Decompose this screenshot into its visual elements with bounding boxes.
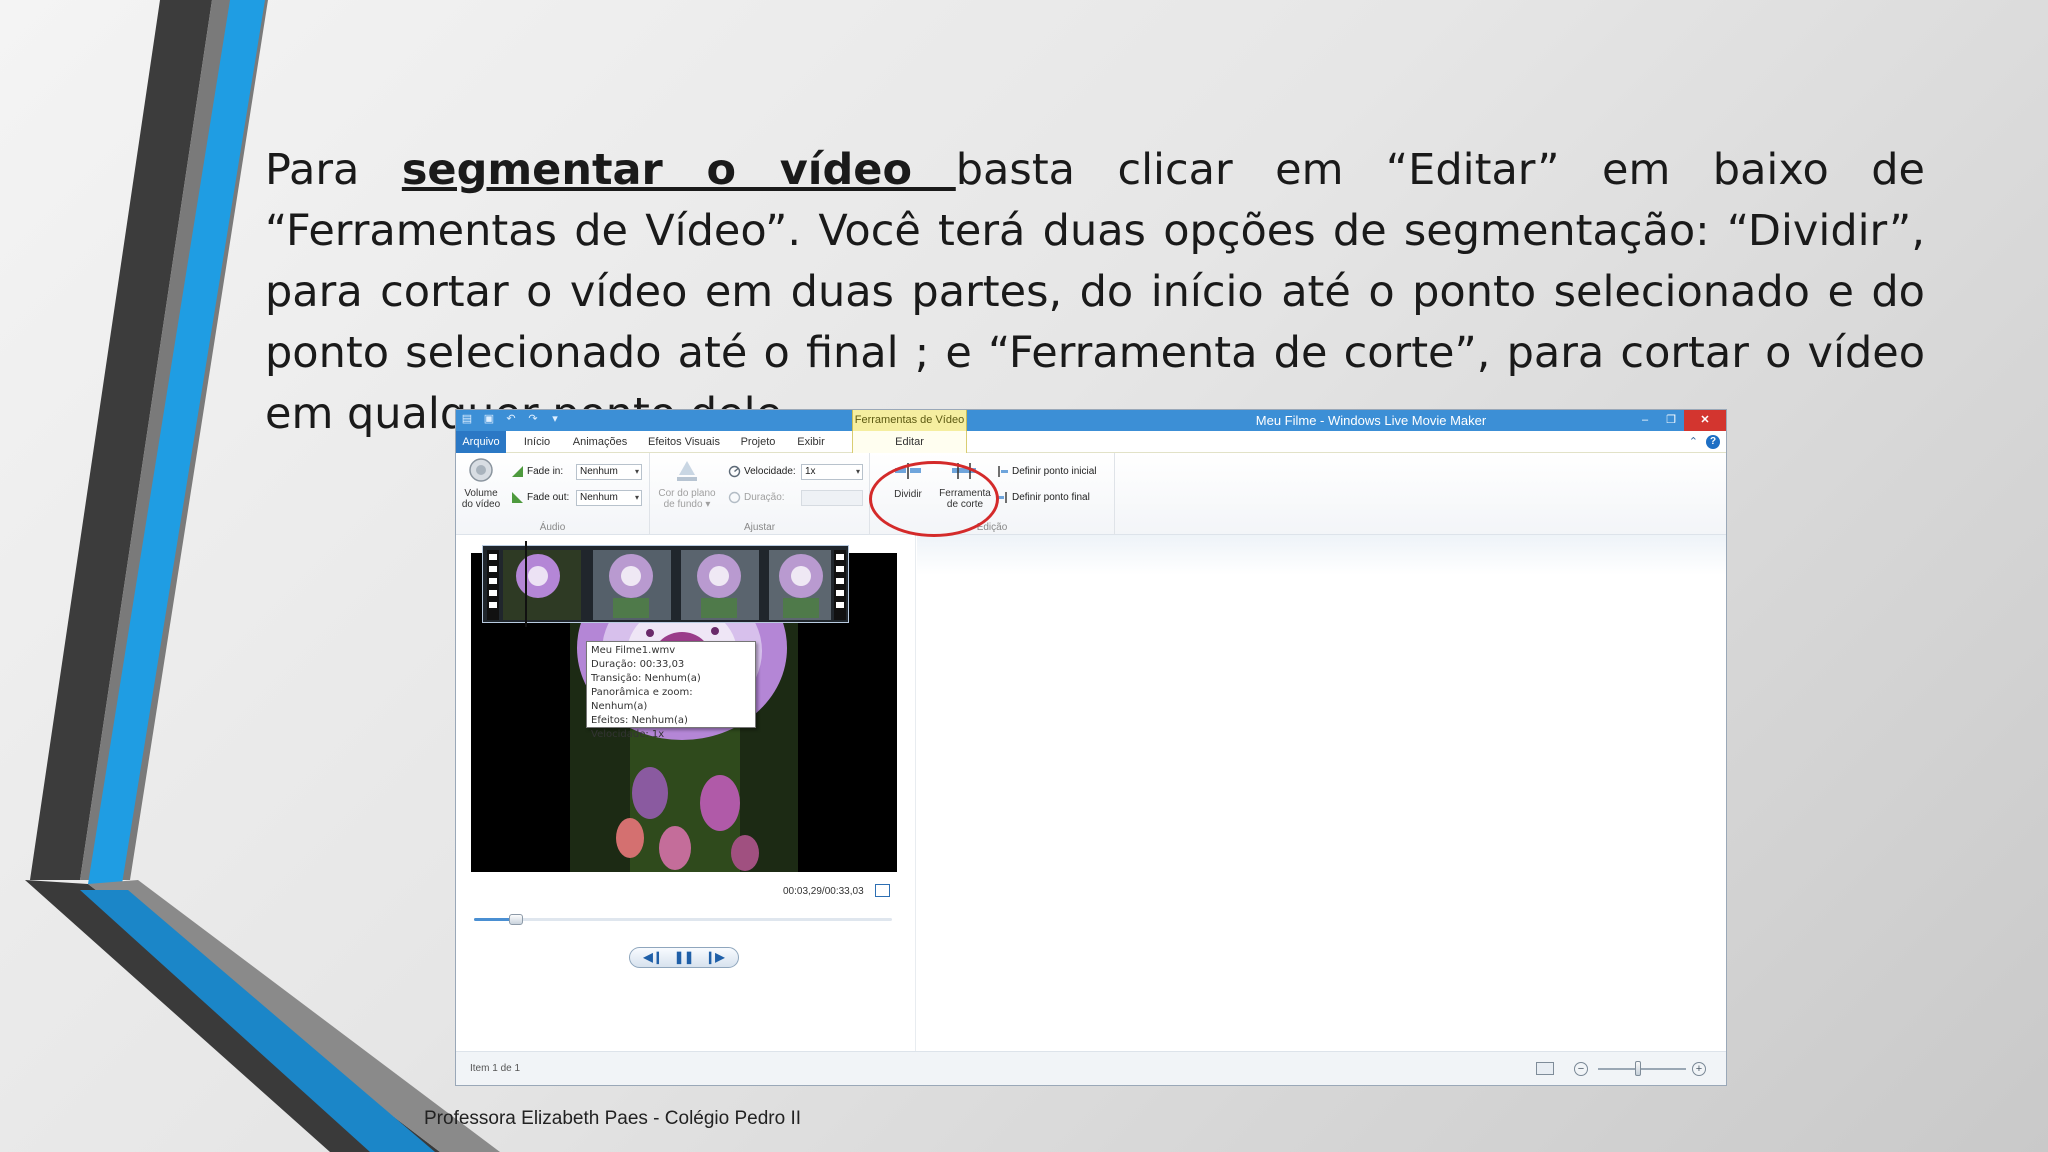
slide-paragraph: Para segmentar o vídeo basta clicar em “… xyxy=(265,140,1925,445)
tab-animacoes[interactable]: Animações xyxy=(566,431,634,453)
set-start-point-icon xyxy=(998,466,1008,477)
storyboard-pane xyxy=(917,535,1726,1051)
help-area: ⌃ ? xyxy=(1689,435,1720,449)
volume-label-1: Volume xyxy=(464,488,498,499)
zoom-slider-track[interactable] xyxy=(1598,1068,1686,1070)
fade-in-label: Fade in: xyxy=(527,466,564,477)
title-bar: ▤ ▣ ↶ ↷ ▾ Ferramentas de Vídeo Meu Filme… xyxy=(456,410,1726,431)
player-controls: ◀❙ ❚❚ ❙▶ xyxy=(629,947,739,968)
fade-out-icon xyxy=(512,492,523,503)
tooltip-line: Meu Filme1.wmv xyxy=(591,645,676,656)
slide-footer: Professora Elizabeth Paes - Colégio Pedr… xyxy=(424,1108,802,1129)
clip-thumbnails xyxy=(483,546,848,622)
tooltip-line: Duração: 00:33,03 xyxy=(591,659,685,670)
window-controls: – ❐ ✕ xyxy=(1632,410,1726,431)
fullscreen-icon[interactable] xyxy=(875,884,890,897)
next-frame-button[interactable]: ❙▶ xyxy=(705,947,724,968)
close-button[interactable]: ✕ xyxy=(1684,410,1726,431)
tooltip-line: Transição: Nenhum(a) xyxy=(591,673,701,684)
text-emphasis: segmentar o vídeo xyxy=(401,145,956,195)
tooltip-line: Panorâmica e zoom: Nenhum(a) xyxy=(591,687,693,712)
tooltip-line: Velocidade: 1x xyxy=(591,729,665,740)
zoom-out-icon[interactable]: − xyxy=(1574,1062,1588,1076)
video-clip[interactable] xyxy=(482,545,849,623)
video-volume-icon[interactable] xyxy=(468,457,494,483)
speed-value: 1x xyxy=(805,466,816,477)
movie-maker-window: ▤ ▣ ↶ ↷ ▾ Ferramentas de Vídeo Meu Filme… xyxy=(455,409,1727,1086)
zoom-slider-thumb[interactable] xyxy=(1635,1061,1641,1076)
chevron-down-icon: ▾ xyxy=(634,467,639,476)
chevron-down-icon: ▾ xyxy=(855,467,860,476)
tooltip-line: Efeitos: Nenhum(a) xyxy=(591,715,688,726)
fade-out-value: Nenhum xyxy=(580,492,618,503)
ribbon: Volume do vídeo Fade in: Nenhum ▾ Fade ou… xyxy=(456,453,1726,535)
adjust-group-label: Ajustar xyxy=(743,522,776,533)
pause-button[interactable]: ❚❚ xyxy=(674,947,694,968)
fade-in-select[interactable]: Nenhum ▾ xyxy=(576,464,642,480)
volume-label-2: do vídeo xyxy=(461,499,501,510)
audio-group-label: Áudio xyxy=(539,522,566,533)
background-color-button[interactable]: Cor do plano de fundo ▾ xyxy=(652,488,722,510)
playhead[interactable] xyxy=(525,541,527,627)
fade-out-select[interactable]: Nenhum ▾ xyxy=(576,490,642,506)
video-volume-button[interactable]: Volume do vídeo xyxy=(458,488,504,510)
item-count: Item 1 de 1 xyxy=(470,1063,521,1074)
duration-input[interactable] xyxy=(801,490,863,506)
speed-label: Velocidade: xyxy=(744,466,796,477)
zoom-in-icon[interactable]: + xyxy=(1692,1062,1706,1076)
help-icon[interactable]: ? xyxy=(1706,435,1720,449)
set-start-point-button[interactable]: Definir ponto inicial xyxy=(1012,466,1097,477)
ribbon-group-audio: Volume do vídeo Fade in: Nenhum ▾ Fade ou… xyxy=(456,453,650,535)
ribbon-group-adjust: Cor do plano de fundo ▾ Velocidade: 1x ▾ … xyxy=(650,453,870,535)
chevron-down-icon: ▾ xyxy=(634,493,639,502)
window-title: Meu Filme - Windows Live Movie Maker xyxy=(1255,413,1487,428)
thumbnail-size-icon[interactable] xyxy=(1536,1062,1554,1075)
status-bar: Item 1 de 1 − + xyxy=(456,1051,1726,1085)
seek-bar[interactable] xyxy=(474,914,892,925)
ribbon-tabs: Arquivo Início Animações Efeitos Visuais… xyxy=(456,431,1726,453)
tab-editar[interactable]: Editar xyxy=(852,431,967,453)
set-end-point-button[interactable]: Definir ponto final xyxy=(1012,492,1090,503)
restore-button[interactable]: ❐ xyxy=(1658,410,1684,431)
tab-exibir[interactable]: Exibir xyxy=(788,431,834,453)
bg-color-label-1: Cor do plano xyxy=(658,488,716,499)
duration-icon xyxy=(728,491,741,504)
clip-info-tooltip: Meu Filme1.wmv Duração: 00:33,03 Transiç… xyxy=(586,641,756,740)
fade-in-icon xyxy=(512,466,523,477)
tab-inicio[interactable]: Início xyxy=(512,431,562,453)
time-readout: 00:03,29/00:33,03 xyxy=(783,886,864,897)
duration-label: Duração: xyxy=(744,492,785,503)
previous-frame-button[interactable]: ◀❙ xyxy=(644,947,663,968)
speed-icon xyxy=(728,465,741,478)
speed-select[interactable]: 1x ▾ xyxy=(801,464,863,480)
fade-out-label: Fade out: xyxy=(527,492,570,503)
fade-in-value: Nenhum xyxy=(580,466,618,477)
highlight-circle-annotation xyxy=(869,461,999,537)
tab-efeitos-visuais[interactable]: Efeitos Visuais xyxy=(642,431,726,453)
text-before: Para xyxy=(265,145,402,195)
tab-projeto[interactable]: Projeto xyxy=(732,431,784,453)
background-color-icon xyxy=(677,461,697,481)
minimize-button[interactable]: – xyxy=(1632,410,1658,431)
tab-arquivo[interactable]: Arquivo xyxy=(456,431,506,453)
bg-color-label-2: de fundo ▾ xyxy=(663,499,711,510)
minimize-ribbon-icon[interactable]: ⌃ xyxy=(1689,435,1698,449)
seek-thumb[interactable] xyxy=(508,914,523,925)
